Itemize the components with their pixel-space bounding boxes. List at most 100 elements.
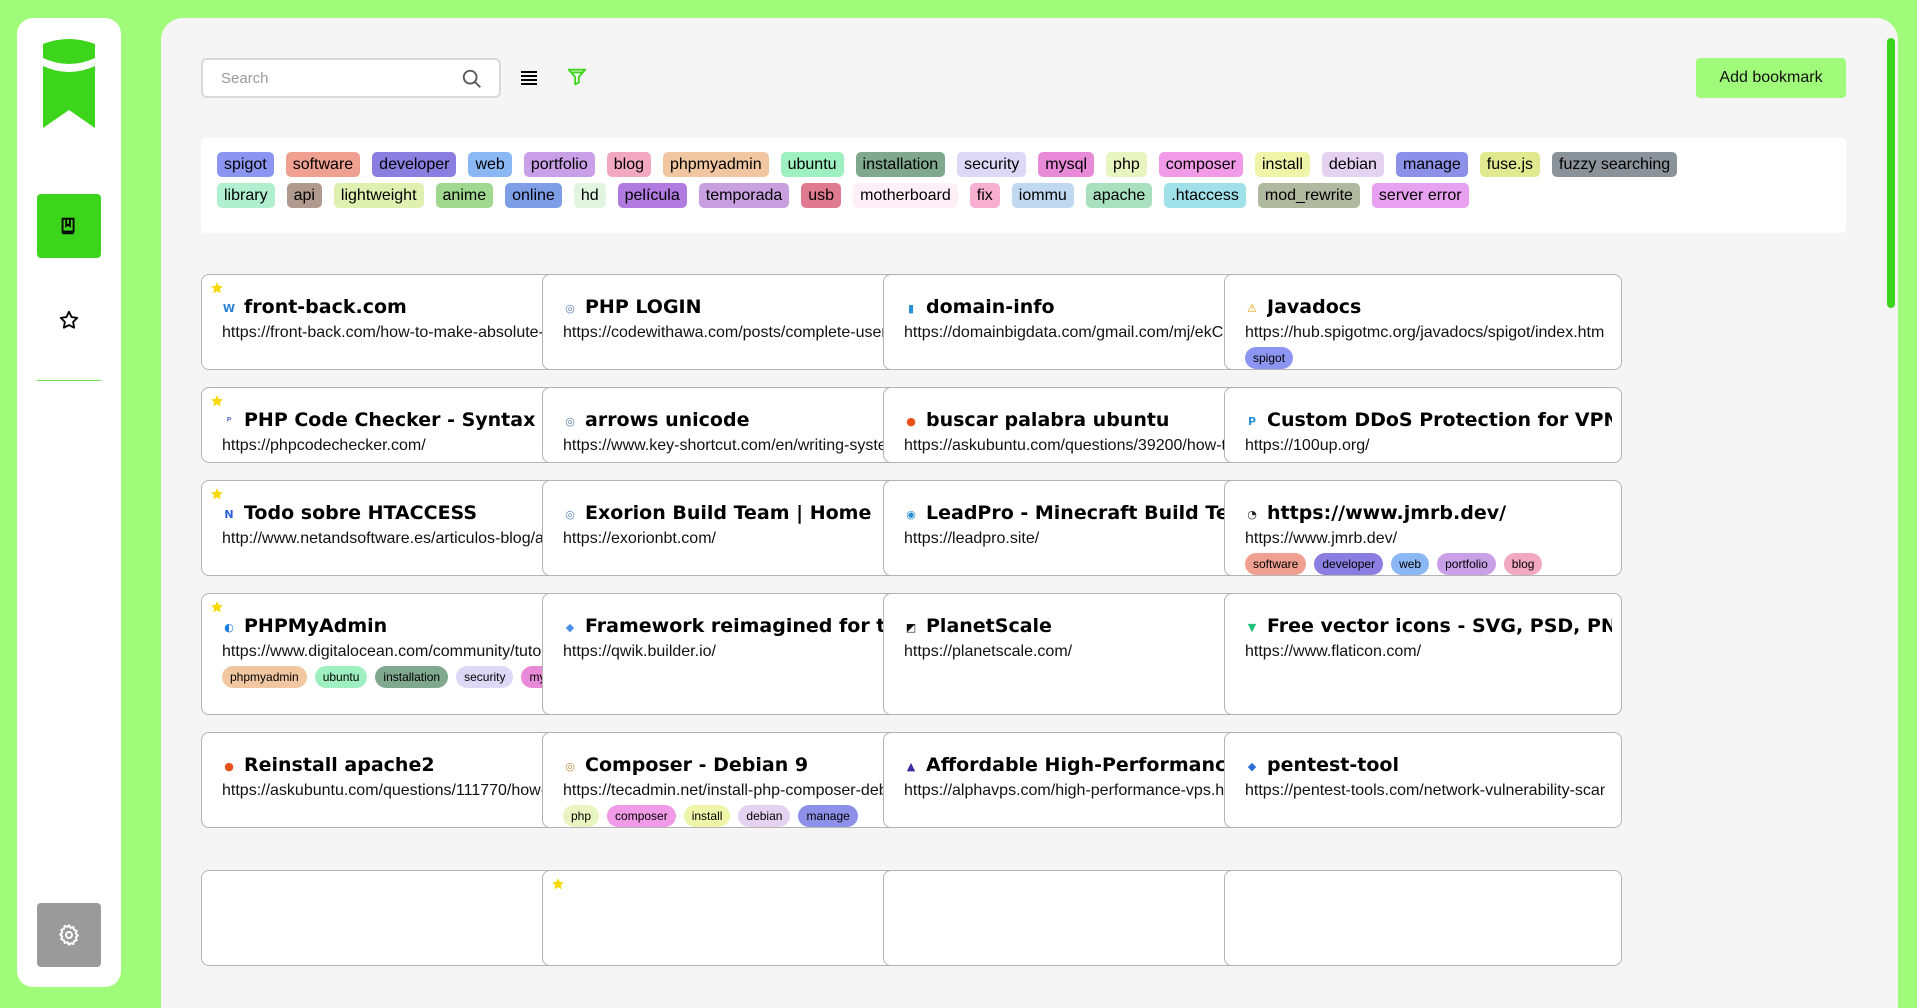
- tag-filter[interactable]: mysql: [1038, 152, 1095, 177]
- bookmark-tag[interactable]: web: [1391, 553, 1430, 575]
- bookmark-url[interactable]: https://tecadmin.net/install-php-compose…: [563, 781, 923, 801]
- nav-bookmarks-button[interactable]: [37, 194, 101, 258]
- tag-filter[interactable]: library: [217, 183, 275, 208]
- bookmark-card[interactable]: ● Reinstall apache2 https://askubuntu.com/…: [201, 732, 599, 828]
- bookmark-card[interactable]: ◐ PHPMyAdmin https://www.digitalocean.com/…: [201, 593, 599, 715]
- tag-filter[interactable]: ubuntu: [780, 152, 844, 177]
- bookmark-url[interactable]: https://www.digitalocean.com/community/t…: [222, 642, 582, 662]
- tag-filter[interactable]: debian: [1321, 152, 1384, 177]
- bookmark-tag[interactable]: installation: [375, 666, 449, 688]
- bookmark-card[interactable]: ▼ Free vector icons - SVG, PSD, PNG https:…: [1224, 593, 1622, 715]
- bookmark-tag[interactable]: blog: [1503, 553, 1543, 575]
- favorite-star-icon[interactable]: [210, 394, 224, 408]
- search-icon[interactable]: [461, 68, 483, 90]
- bookmark-url[interactable]: https://front-back.com/how-to-make-absol…: [222, 323, 582, 343]
- settings-button[interactable]: [37, 903, 101, 967]
- bookmark-tag[interactable]: phpmyadmin: [222, 666, 307, 688]
- bookmark-url[interactable]: https://codewithawa.com/posts/complete-u…: [563, 323, 923, 343]
- bookmark-url[interactable]: https://phpcodechecker.com/: [222, 436, 582, 456]
- bookmark-url[interactable]: https://exorionbt.com/: [563, 529, 923, 549]
- tag-filter[interactable]: installation: [855, 152, 946, 177]
- bookmark-tag[interactable]: composer: [607, 805, 676, 827]
- bookmark-title[interactable]: PHP Code Checker - Syntax Check: [244, 408, 589, 432]
- tag-filter[interactable]: phpmyadmin: [662, 152, 769, 177]
- bookmark-tag[interactable]: developer: [1314, 553, 1384, 575]
- bookmark-title[interactable]: Reinstall apache2: [244, 753, 589, 777]
- bookmark-card[interactable]: ◎ arrows unicode https://www.key-shortcut.…: [542, 387, 940, 463]
- bookmark-title[interactable]: https://www.jmrb.dev/: [1267, 501, 1612, 525]
- favorite-star-icon[interactable]: [551, 877, 565, 891]
- bookmark-title[interactable]: Exorion Build Team | Home: [585, 501, 930, 525]
- tag-filter[interactable]: mod_rewrite: [1257, 183, 1360, 208]
- bookmark-card[interactable]: N Todo sobre HTACCESS http://www.netandsof…: [201, 480, 599, 576]
- bookmark-tag[interactable]: manage: [798, 805, 858, 827]
- bookmark-title[interactable]: PHPMyAdmin: [244, 614, 589, 638]
- tag-filter[interactable]: manage: [1395, 152, 1468, 177]
- tag-filter[interactable]: security: [957, 152, 1027, 177]
- tag-filter[interactable]: .htaccess: [1164, 183, 1246, 208]
- tag-filter[interactable]: fuzzy searching: [1552, 152, 1678, 177]
- search-box[interactable]: [201, 58, 501, 98]
- bookmark-card[interactable]: Wfront-back.com https://front-back.com/ho…: [201, 274, 599, 370]
- add-bookmark-button[interactable]: Add bookmark: [1696, 58, 1846, 98]
- bookmark-title[interactable]: PHP LOGIN: [585, 295, 930, 319]
- tag-filter[interactable]: api: [286, 183, 322, 208]
- bookmark-card[interactable]: ◆ pentest-tool https://pentest-tools.com/n…: [1224, 732, 1622, 828]
- bookmark-url[interactable]: https://domainbigdata.com/gmail.com/mj/e…: [904, 323, 1264, 343]
- bookmark-title[interactable]: buscar palabra ubuntu: [926, 408, 1271, 432]
- bookmark-card[interactable]: [201, 870, 599, 966]
- tag-filter[interactable]: usb: [801, 183, 842, 208]
- bookmark-title[interactable]: domain-info: [926, 295, 1271, 319]
- bookmark-card[interactable]: ▮ domain-info https://domainbigdata.com/gm…: [883, 274, 1281, 370]
- bookmark-tag[interactable]: software: [1245, 553, 1307, 575]
- tag-filter[interactable]: anime: [435, 183, 494, 208]
- list-view-icon[interactable]: [519, 68, 539, 88]
- bookmark-tag[interactable]: ubuntu: [314, 666, 368, 688]
- bookmark-url[interactable]: https://askubuntu.com/questions/111770/h…: [222, 781, 582, 801]
- bookmark-tag[interactable]: install: [683, 805, 731, 827]
- tag-filter[interactable]: web: [468, 152, 512, 177]
- tag-filter[interactable]: portfolio: [523, 152, 595, 177]
- bookmark-card[interactable]: P Custom DDoS Protection for VPNs https://…: [1224, 387, 1622, 463]
- bookmark-url[interactable]: https://www.key-shortcut.com/en/writing-…: [563, 436, 923, 456]
- bookmark-title[interactable]: Todo sobre HTACCESS: [244, 501, 589, 525]
- nav-favorites-button[interactable]: [37, 288, 101, 352]
- tag-filter[interactable]: fix: [969, 183, 1000, 208]
- bookmark-card[interactable]: ◔ https://www.jmrb.dev/https://www.jmrb.d…: [1224, 480, 1622, 576]
- favorite-star-icon[interactable]: [210, 600, 224, 614]
- bookmark-url[interactable]: https://pentest-tools.com/network-vulner…: [1245, 781, 1605, 801]
- tag-filter[interactable]: película: [617, 183, 687, 208]
- search-input[interactable]: [221, 60, 451, 96]
- scrollbar-thumb[interactable]: [1887, 38, 1895, 308]
- bookmark-title[interactable]: front-back.com: [244, 295, 589, 319]
- bookmark-card[interactable]: ◎ Exorion Build Team | Home https://exorio…: [542, 480, 940, 576]
- bookmark-url[interactable]: https://askubuntu.com/questions/39200/ho…: [904, 436, 1264, 456]
- bookmark-title[interactable]: LeadPro - Minecraft Build Team | Home: [926, 501, 1271, 525]
- bookmark-card[interactable]: ◉ LeadPro - Minecraft Build Team | Home ht…: [883, 480, 1281, 576]
- bookmark-url[interactable]: https://qwik.builder.io/: [563, 642, 923, 662]
- bookmark-card[interactable]: [883, 870, 1281, 966]
- favorite-star-icon[interactable]: [210, 281, 224, 295]
- tag-filter[interactable]: temporada: [698, 183, 790, 208]
- tag-filter[interactable]: php: [1106, 152, 1147, 177]
- bookmark-url[interactable]: https://alphavps.com/high-performance-vp…: [904, 781, 1264, 801]
- tag-filter[interactable]: spigot: [217, 152, 274, 177]
- bookmark-card[interactable]: ◎ PHP LOGIN https://codewithawa.com/posts/…: [542, 274, 940, 370]
- bookmark-card[interactable]: [542, 870, 940, 966]
- bookmark-url[interactable]: https://100up.org/: [1245, 436, 1605, 456]
- bookmark-url[interactable]: https://www.jmrb.dev/: [1245, 529, 1605, 549]
- tag-filter[interactable]: blog: [606, 152, 651, 177]
- tag-filter[interactable]: composer: [1158, 152, 1243, 177]
- tag-filter[interactable]: server error: [1371, 183, 1469, 208]
- bookmark-title[interactable]: PlanetScale: [926, 614, 1271, 638]
- tag-filter[interactable]: software: [285, 152, 361, 177]
- favorite-star-icon[interactable]: [210, 487, 224, 501]
- tag-filter[interactable]: apache: [1085, 183, 1153, 208]
- bookmark-title[interactable]: Javadocs: [1267, 295, 1612, 319]
- tag-filter[interactable]: lightweight: [333, 183, 424, 208]
- tag-filter[interactable]: motherboard: [853, 183, 958, 208]
- bookmark-tag[interactable]: php: [563, 805, 600, 827]
- bookmark-title[interactable]: Composer - Debian 9: [585, 753, 930, 777]
- bookmark-card[interactable]: [1224, 870, 1622, 966]
- bookmark-card[interactable]: ◩ PlanetScale https://planetscale.com/: [883, 593, 1281, 715]
